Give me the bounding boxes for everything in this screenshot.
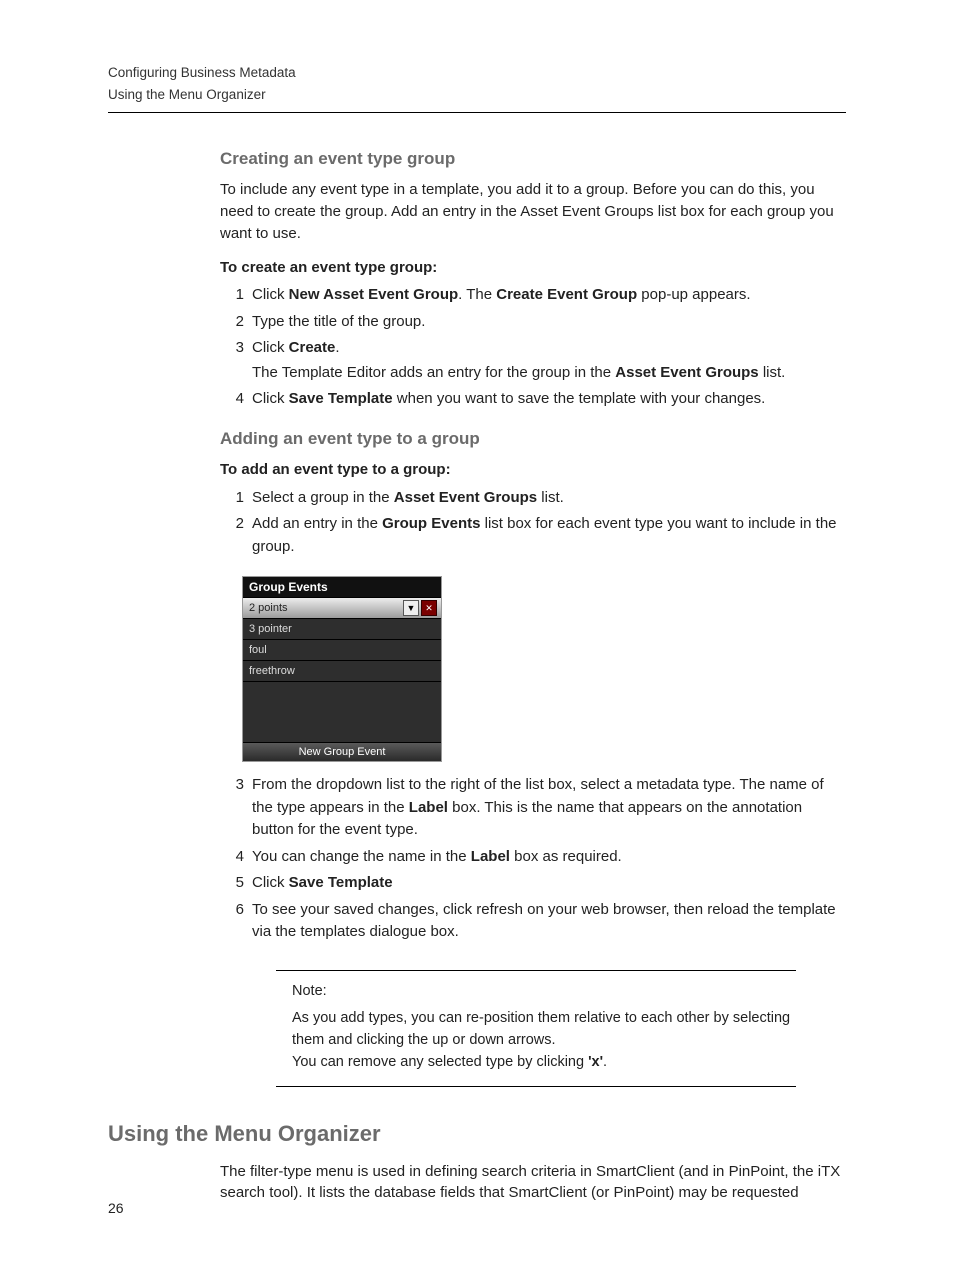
panel-title: Group Events: [243, 577, 441, 597]
lead-add-type: To add an event type to a group:: [220, 459, 846, 481]
steps-create-group: 1 Click New Asset Event Group. The Creat…: [220, 284, 846, 411]
page-number: 26: [108, 1200, 124, 1216]
steps-add-type: 1 Select a group in the Asset Event Grou…: [220, 487, 846, 559]
section-paragraph: The filter-type menu is used in defining…: [220, 1161, 846, 1205]
heading-creating-group: Creating an event type group: [220, 149, 846, 169]
header-rule: [108, 112, 846, 113]
panel-empty-area: [243, 681, 441, 742]
list-item[interactable]: 3 pointer: [243, 618, 441, 639]
list-item[interactable]: freethrow: [243, 660, 441, 681]
heading-menu-organizer: Using the Menu Organizer: [108, 1121, 846, 1147]
header-line-1: Configuring Business Metadata: [108, 64, 846, 82]
close-icon[interactable]: ✕: [421, 600, 437, 616]
step-text: Click Save Template: [252, 872, 846, 895]
lead-create-group: To create an event type group:: [220, 257, 846, 279]
step-text: Type the title of the group.: [252, 311, 846, 334]
step-text: From the dropdown list to the right of t…: [252, 774, 846, 842]
list-item-label: freethrow: [249, 665, 295, 677]
intro-paragraph: To include any event type in a template,…: [220, 179, 846, 244]
list-item-label: 2 points: [249, 602, 288, 614]
step-text: Click Save Template when you want to sav…: [252, 388, 846, 411]
step-text: To see your saved changes, click refresh…: [252, 899, 846, 944]
list-item[interactable]: 2 points ▼ ✕: [243, 597, 441, 618]
note-box: Note: As you add types, you can re-posit…: [276, 970, 796, 1087]
step-text: Click New Asset Event Group. The Create …: [252, 284, 846, 307]
steps-add-type-cont: 3 From the dropdown list to the right of…: [220, 774, 846, 944]
note-line: You can remove any selected type by clic…: [292, 1052, 796, 1074]
step-text: Add an entry in the Group Events list bo…: [252, 513, 846, 558]
list-item-label: foul: [249, 644, 267, 656]
list-item-label: 3 pointer: [249, 623, 292, 635]
list-item[interactable]: foul: [243, 639, 441, 660]
heading-adding-type: Adding an event type to a group: [220, 429, 846, 449]
new-group-event-button[interactable]: New Group Event: [243, 742, 441, 761]
dropdown-icon[interactable]: ▼: [403, 600, 419, 616]
step-text: Select a group in the Asset Event Groups…: [252, 487, 846, 510]
step-text: Click Create. The Template Editor adds a…: [252, 337, 846, 384]
note-line: As you add types, you can re-position th…: [292, 1008, 796, 1052]
header-line-2: Using the Menu Organizer: [108, 86, 846, 104]
group-events-panel: Group Events 2 points ▼ ✕ 3 pointer foul…: [242, 576, 442, 762]
note-label: Note:: [292, 981, 796, 1003]
step-text: You can change the name in the Label box…: [252, 846, 846, 869]
